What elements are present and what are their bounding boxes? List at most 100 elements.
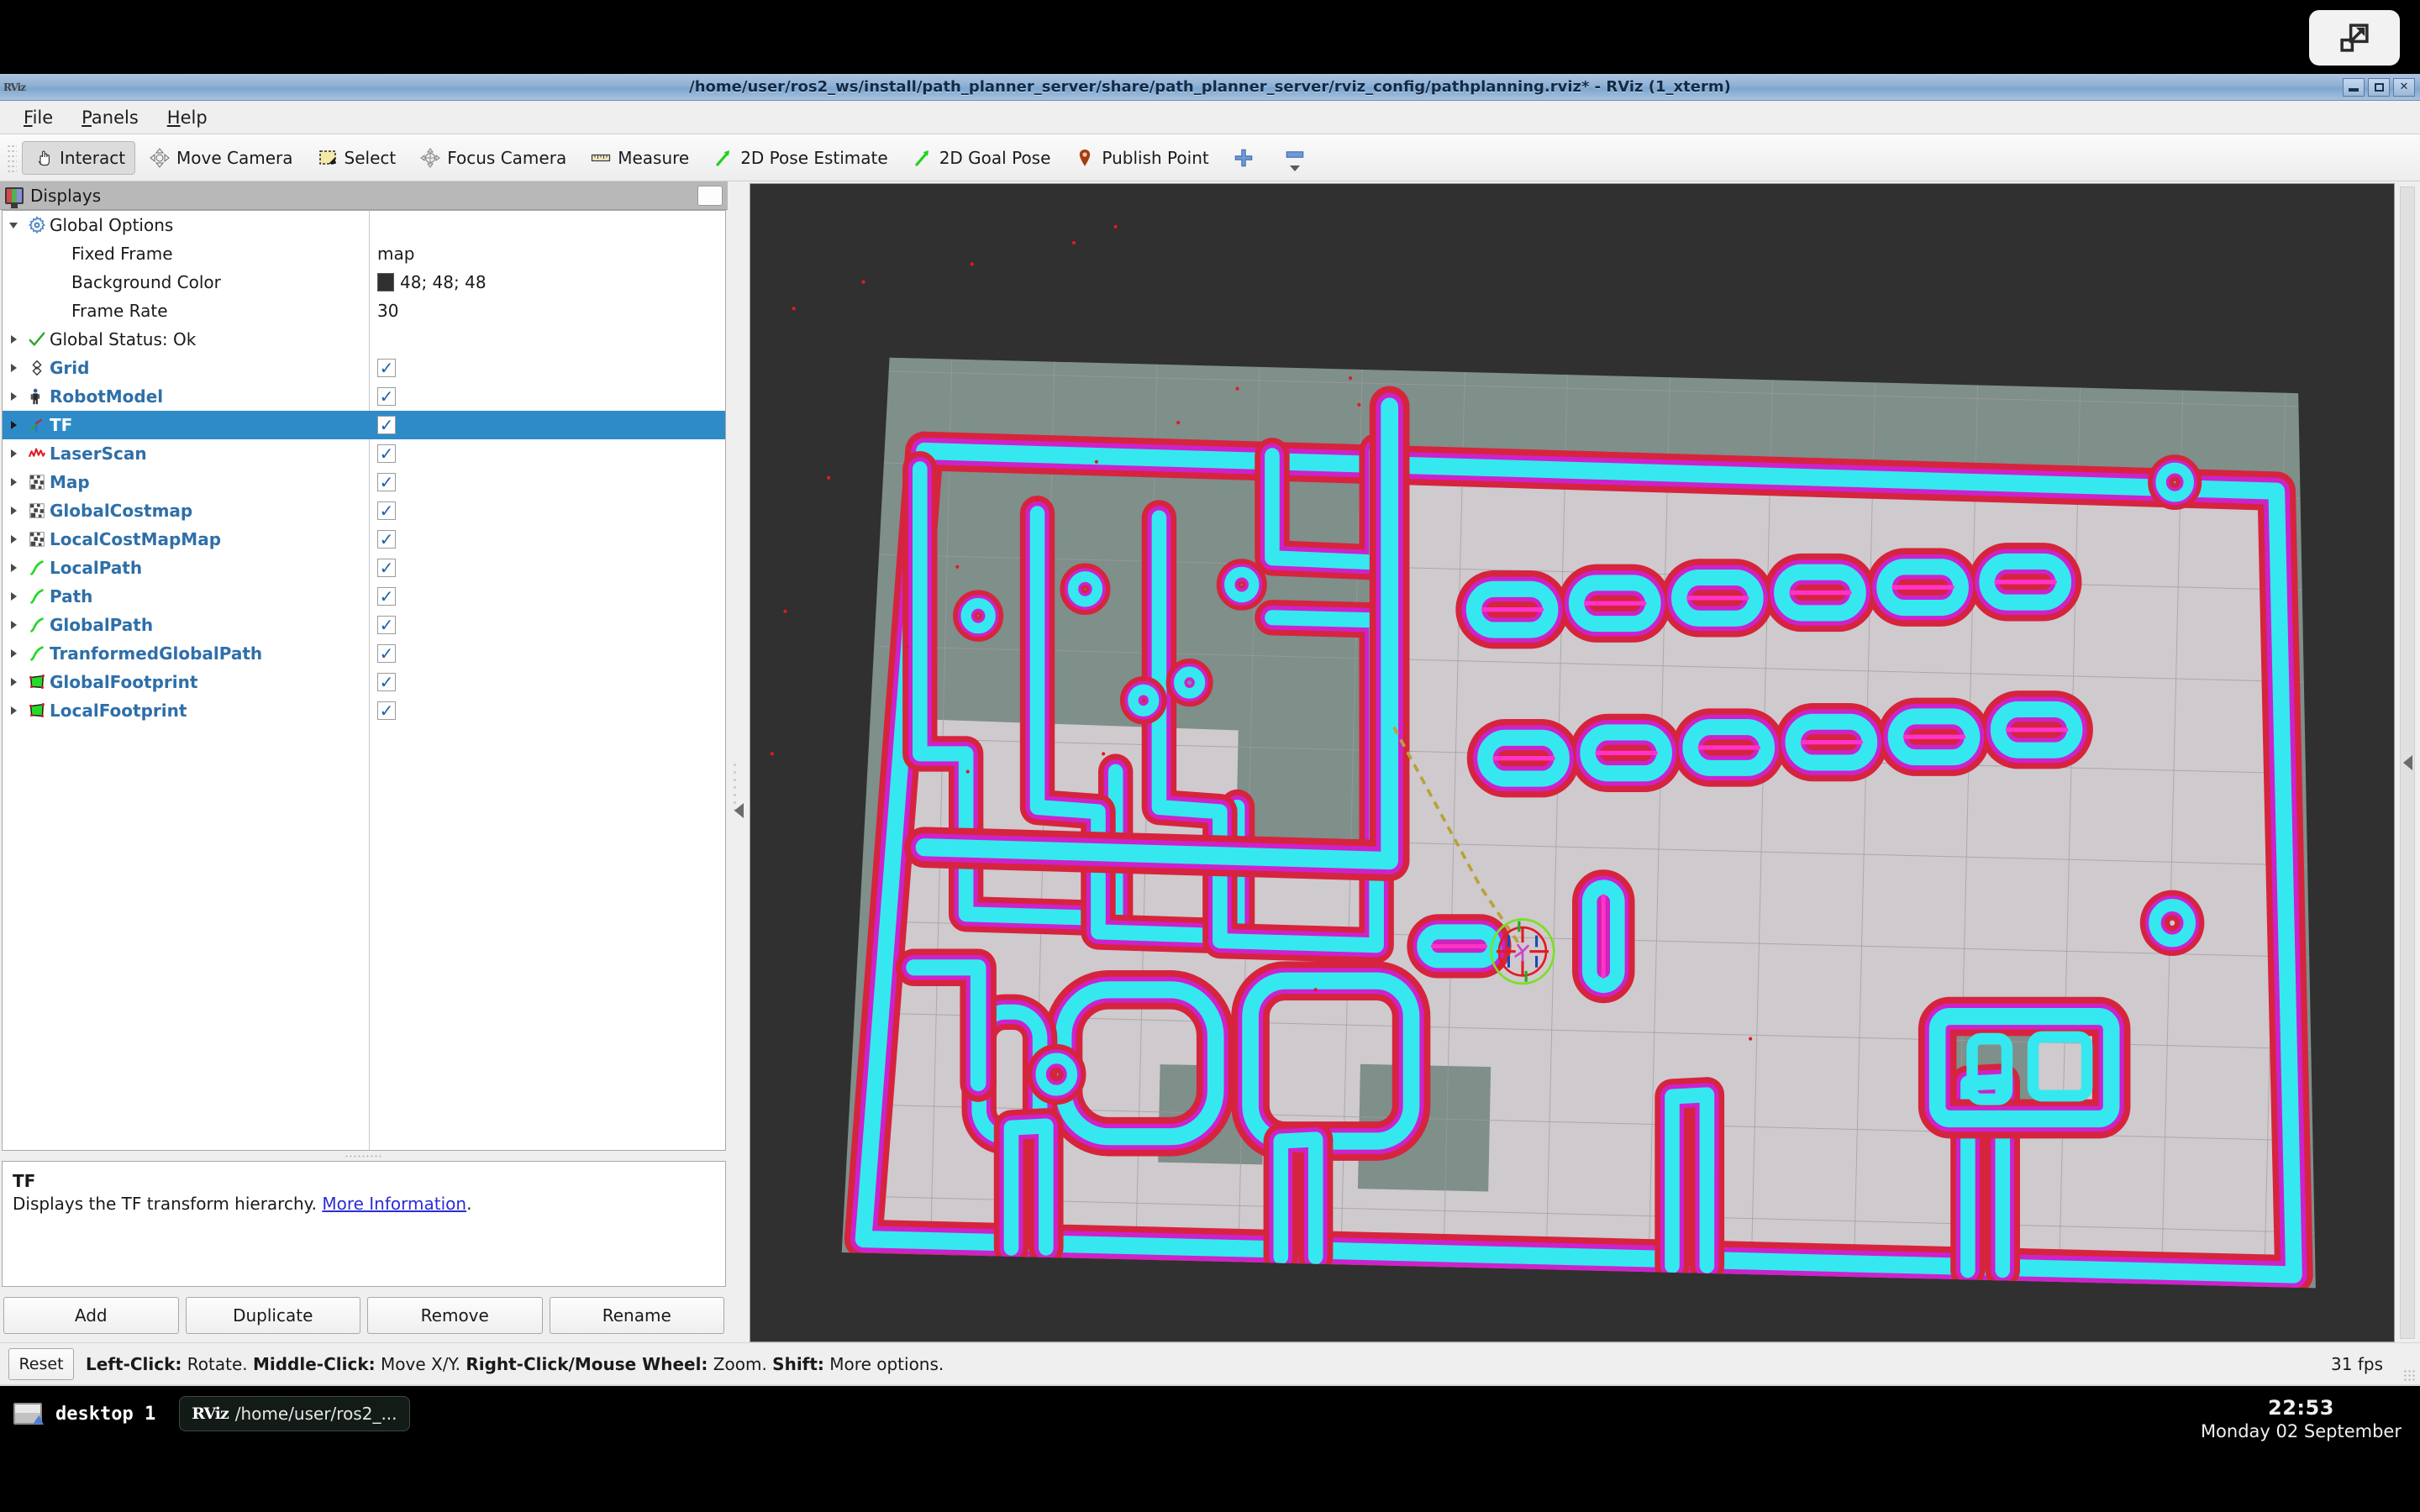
expander-right-icon[interactable]: [3, 421, 24, 429]
hint-key-left-click: Left-Click:: [86, 1353, 182, 1374]
desktop-switcher-icon[interactable]: [13, 1403, 42, 1425]
checkbox-glyph: ✓: [377, 387, 396, 406]
taskbar-left: desktop 1 RViz /home/user/ros2_...: [0, 1396, 410, 1431]
tree-row-tf[interactable]: TF ✓: [3, 411, 725, 439]
tree-row-map[interactable]: Map ✓: [3, 468, 725, 496]
add-button[interactable]: Add: [3, 1297, 179, 1334]
displays-panel-icon: [5, 186, 24, 204]
displays-tree[interactable]: Global Options Fixed Frame map Backgroun…: [2, 210, 726, 1151]
fixed-frame-value[interactable]: map: [377, 244, 414, 264]
left-dock-collapse-handle[interactable]: [728, 181, 750, 1342]
localcostmapmap-enabled-checkbox[interactable]: ✓: [377, 530, 396, 549]
tool-2d-goal-pose[interactable]: 2D Goal Pose: [902, 141, 1061, 175]
tool-publish-point[interactable]: Publish Point: [1064, 141, 1218, 175]
tool-2d-pose-estimate[interactable]: 2D Pose Estimate: [702, 141, 898, 175]
float-panel-button[interactable]: [697, 185, 723, 206]
taskbar-window-button[interactable]: RViz /home/user/ros2_...: [179, 1396, 410, 1431]
tool-interact-label: Interact: [60, 147, 126, 168]
tool-focus-camera[interactable]: Focus Camera: [409, 141, 576, 175]
green-arrow-icon: [912, 147, 934, 169]
tree-row-fixed-frame[interactable]: Fixed Frame map: [3, 239, 725, 268]
expander-down-icon[interactable]: [3, 222, 24, 228]
path-enabled-checkbox[interactable]: ✓: [377, 587, 396, 606]
fixed-frame-text: map: [377, 244, 415, 264]
expander-right-icon[interactable]: [3, 364, 24, 372]
reset-button[interactable]: Reset: [8, 1347, 74, 1380]
check-icon: [24, 330, 50, 349]
maximize-button[interactable]: [2368, 77, 2390, 97]
globalcostmap-enabled-checkbox[interactable]: ✓: [377, 501, 396, 520]
render-view[interactable]: [750, 183, 2395, 1342]
more-information-link[interactable]: More Information: [322, 1194, 466, 1214]
tree-row-globalpath[interactable]: GlobalPath ✓: [3, 611, 725, 639]
map-enabled-checkbox[interactable]: ✓: [377, 473, 396, 491]
tree-label: LocalFootprint: [50, 701, 187, 721]
robotmodel-enabled-checkbox[interactable]: ✓: [377, 387, 396, 406]
tool-interact[interactable]: Interact: [22, 140, 136, 175]
globalfootprint-enabled-checkbox[interactable]: ✓: [377, 673, 396, 691]
right-dock-collapse-handle[interactable]: [2395, 183, 2420, 1342]
menu-panels[interactable]: Panels: [70, 104, 150, 131]
expander-right-icon[interactable]: [3, 649, 24, 658]
frame-rate-value[interactable]: 30: [377, 301, 398, 321]
toolbar-drag-handle[interactable]: [7, 143, 17, 172]
expander-right-icon[interactable]: [3, 535, 24, 543]
close-button[interactable]: ✕: [2393, 77, 2415, 97]
toolbar-overflow-icon[interactable]: [1289, 165, 1300, 171]
tree-row-grid[interactable]: Grid ✓: [3, 354, 725, 382]
tool-measure[interactable]: Measure: [580, 141, 699, 175]
tree-row-tranformedglobalpath[interactable]: TranformedGlobalPath ✓: [3, 639, 725, 668]
tool-move-camera-label: Move Camera: [176, 147, 293, 168]
localpath-enabled-checkbox[interactable]: ✓: [377, 559, 396, 577]
minimize-button[interactable]: [2343, 77, 2365, 97]
resize-grip[interactable]: [2403, 1369, 2415, 1381]
menu-file[interactable]: File: [12, 104, 65, 131]
background-color-value[interactable]: 48; 48; 48: [377, 272, 487, 292]
green-arrow-icon: [713, 147, 734, 169]
tree-row-localcostmapmap[interactable]: LocalCostMapMap ✓: [3, 525, 725, 554]
tool-select[interactable]: Select: [307, 141, 407, 175]
expander-right-icon[interactable]: [3, 335, 24, 344]
globalpath-enabled-checkbox[interactable]: ✓: [377, 616, 396, 634]
expander-right-icon[interactable]: [3, 392, 24, 401]
expander-right-icon[interactable]: [3, 507, 24, 515]
tree-row-localpath[interactable]: LocalPath ✓: [3, 554, 725, 582]
menubar: File Panels Help: [0, 101, 2420, 134]
grid-enabled-checkbox[interactable]: ✓: [377, 359, 396, 377]
panel-splitter[interactable]: [0, 1151, 728, 1161]
tranformedglobalpath-enabled-checkbox[interactable]: ✓: [377, 644, 396, 663]
tree-row-localfootprint[interactable]: LocalFootprint ✓: [3, 696, 725, 725]
checkbox-glyph: ✓: [377, 359, 396, 377]
localfootprint-enabled-checkbox[interactable]: ✓: [377, 701, 396, 720]
expander-right-icon[interactable]: [3, 621, 24, 629]
tree-row-global-status[interactable]: Global Status: Ok: [3, 325, 725, 354]
map-icon: [24, 501, 50, 520]
tree-row-path[interactable]: Path ✓: [3, 582, 725, 611]
laserscan-enabled-checkbox[interactable]: ✓: [377, 444, 396, 463]
tree-row-globalfootprint[interactable]: GlobalFootprint ✓: [3, 668, 725, 696]
map-icon: [24, 473, 50, 491]
checkbox-glyph: ✓: [377, 587, 396, 606]
tree-row-laserscan[interactable]: LaserScan ✓: [3, 439, 725, 468]
remove-button[interactable]: Remove: [367, 1297, 543, 1334]
tree-row-background-color[interactable]: Background Color 48; 48; 48: [3, 268, 725, 297]
tree-row-global-options[interactable]: Global Options: [3, 211, 725, 239]
expander-right-icon[interactable]: [3, 678, 24, 686]
tree-row-frame-rate[interactable]: Frame Rate 30: [3, 297, 725, 325]
duplicate-button[interactable]: Duplicate: [185, 1297, 360, 1334]
expander-right-icon[interactable]: [3, 449, 24, 458]
tool-move-camera[interactable]: Move Camera: [139, 141, 302, 175]
expand-window-button[interactable]: [2309, 10, 2400, 66]
tf-enabled-checkbox[interactable]: ✓: [377, 416, 396, 434]
tool-add[interactable]: [1223, 141, 1270, 175]
tool-2d-goal-pose-label: 2D Goal Pose: [939, 147, 1051, 168]
expander-right-icon[interactable]: [3, 592, 24, 601]
expander-right-icon[interactable]: [3, 564, 24, 572]
expander-right-icon[interactable]: [3, 706, 24, 715]
tool-remove[interactable]: [1274, 138, 1316, 177]
menu-help[interactable]: Help: [155, 104, 219, 131]
expander-right-icon[interactable]: [3, 478, 24, 486]
tree-row-globalcostmap[interactable]: GlobalCostmap ✓: [3, 496, 725, 525]
tree-row-robotmodel[interactable]: RobotModel ✓: [3, 382, 725, 411]
rename-button[interactable]: Rename: [549, 1297, 724, 1334]
